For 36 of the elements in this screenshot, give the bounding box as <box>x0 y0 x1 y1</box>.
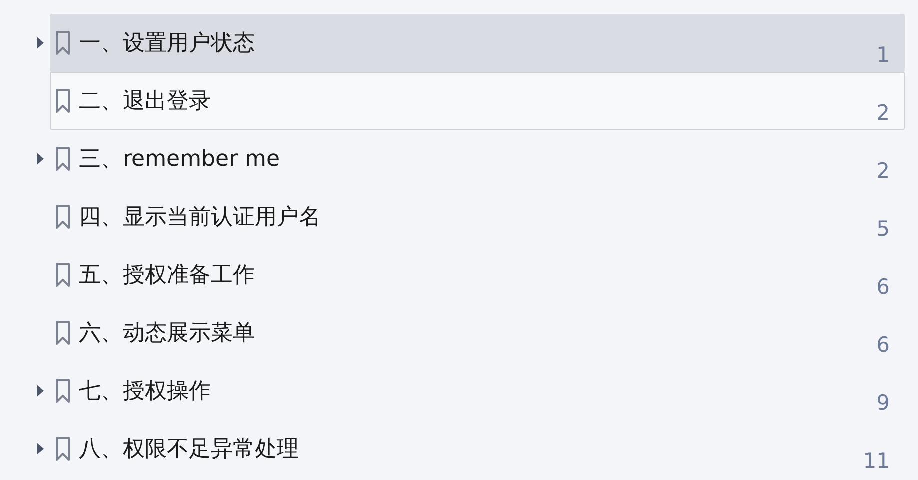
page-number: 1 <box>876 43 890 67</box>
bookmark-item[interactable]: 四、显示当前认证用户名 5 <box>50 188 905 246</box>
expand-arrow-icon[interactable] <box>36 442 44 456</box>
bookmark-icon <box>55 89 71 113</box>
bookmark-item[interactable]: 三、remember me 2 <box>50 130 905 188</box>
expand-arrow-icon[interactable] <box>36 384 44 398</box>
bookmark-title: 八、权限不足异常处理 <box>79 436 299 464</box>
bookmark-icon <box>55 379 71 403</box>
bookmark-title: 二、退出登录 <box>79 88 211 116</box>
bookmark-title: 四、显示当前认证用户名 <box>79 204 321 232</box>
bookmark-title: 五、授权准备工作 <box>79 262 255 290</box>
bookmark-item[interactable]: 八、权限不足异常处理 11 <box>50 420 905 478</box>
page-number: 6 <box>876 333 890 357</box>
bookmark-item[interactable]: 一、设置用户状态 1 <box>50 14 905 72</box>
bookmark-title: 六、动态展示菜单 <box>79 320 255 348</box>
bookmark-item[interactable]: 二、退出登录 2 <box>50 72 905 130</box>
bookmark-item[interactable]: 五、授权准备工作 6 <box>50 246 905 304</box>
page-number: 5 <box>876 217 890 241</box>
page-number: 2 <box>876 159 890 183</box>
expand-arrow-icon[interactable] <box>36 152 44 166</box>
page-number: 11 <box>863 449 890 473</box>
bookmark-icon <box>55 321 71 345</box>
bookmark-icon <box>55 437 71 461</box>
bookmark-icon <box>55 147 71 171</box>
bookmark-title: 一、设置用户状态 <box>79 30 255 58</box>
page-number: 2 <box>876 101 890 125</box>
bookmark-icon <box>55 263 71 287</box>
bookmark-title: 七、授权操作 <box>79 378 211 406</box>
bookmark-item[interactable]: 七、授权操作 9 <box>50 362 905 420</box>
bookmark-icon <box>55 31 71 55</box>
page-number: 6 <box>876 275 890 299</box>
expand-arrow-icon[interactable] <box>36 36 44 50</box>
bookmark-icon <box>55 205 71 229</box>
bookmark-title: 三、remember me <box>79 146 280 174</box>
page-number: 9 <box>876 391 890 415</box>
bookmark-item[interactable]: 六、动态展示菜单 6 <box>50 304 905 362</box>
